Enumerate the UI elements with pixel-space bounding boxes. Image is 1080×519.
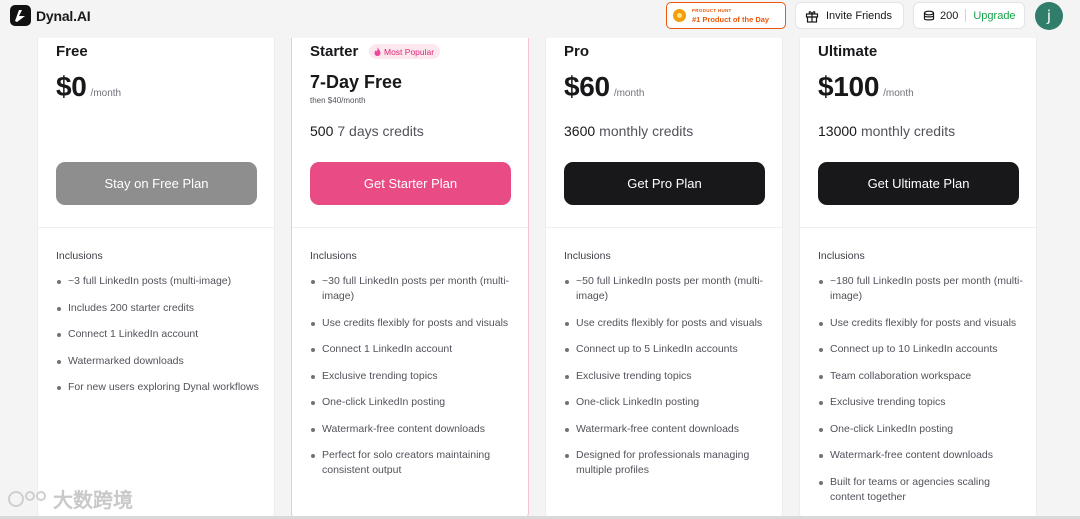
feature-item: Perfect for solo creators maintaining co… <box>310 448 515 478</box>
price-period: /month <box>613 88 645 99</box>
upgrade-link[interactable]: Upgrade <box>973 10 1015 22</box>
credits-balance[interactable]: 200 Upgrade <box>913 2 1025 29</box>
get-pro-button[interactable]: Get Pro Plan <box>564 162 765 205</box>
coins-icon <box>923 10 935 20</box>
get-ultimate-button[interactable]: Get Ultimate Plan <box>818 162 1019 205</box>
feature-item: Connect up to 10 LinkedIn accounts <box>818 342 1023 357</box>
feature-list: ~180 full LinkedIn posts per month (mult… <box>818 274 1023 516</box>
feature-item: Includes 200 starter credits <box>56 301 261 316</box>
feature-item: Use credits flexibly for posts and visua… <box>310 316 515 331</box>
top-bar: Dynal.AI PRODUCT HUNT #1 Product of the … <box>0 0 1080 32</box>
inclusions-title: Inclusions <box>818 250 865 262</box>
user-avatar[interactable]: j <box>1035 2 1063 30</box>
feature-item: Watermark-free content downloads <box>310 422 515 437</box>
product-of-day-label: #1 Product of the Day <box>692 15 770 24</box>
feature-item: Watermark-free content downloads <box>564 422 769 437</box>
divider <box>292 227 528 228</box>
pill-divider <box>965 9 967 22</box>
feature-item: ~50 full LinkedIn posts per month (multi… <box>564 274 769 304</box>
feature-item: Watermarked downloads <box>56 354 261 369</box>
plan-credits: 13000 monthly credits <box>818 123 956 139</box>
feature-item: One-click LinkedIn posting <box>564 395 769 410</box>
feature-item: Connect 1 LinkedIn account <box>310 342 515 357</box>
trial-headline: 7-Day Free <box>310 72 403 92</box>
feature-item: One-click LinkedIn posting <box>818 422 1023 437</box>
plan-credits: 3600 monthly credits <box>564 123 694 139</box>
feature-item: Designed for professionals managing mult… <box>564 448 769 478</box>
plan-card-starter: Starter Most Popular 7-Day Free then $40… <box>291 38 529 519</box>
plan-price: $100/month <box>818 71 914 102</box>
divider <box>38 227 274 228</box>
stay-free-button[interactable]: Stay on Free Plan <box>56 162 257 205</box>
plan-card-ultimate: Ultimate $100/month 13000 monthly credits… <box>799 38 1037 519</box>
brand-logo[interactable]: Dynal.AI <box>10 5 91 26</box>
feature-item: Exclusive trending topics <box>818 395 1023 410</box>
feature-list: ~3 full LinkedIn posts (multi-image) Inc… <box>56 274 261 407</box>
price-period: /month <box>90 88 122 99</box>
invite-friends-button[interactable]: Invite Friends <box>795 2 904 29</box>
inclusions-title: Inclusions <box>56 250 103 262</box>
feature-item: Connect 1 LinkedIn account <box>56 327 261 342</box>
feature-item: Watermark-free content downloads <box>818 448 1023 463</box>
invite-friends-label: Invite Friends <box>826 9 893 22</box>
trial-subtext: then $40/month <box>310 96 366 105</box>
plan-credits: 500 7 days credits <box>310 123 424 139</box>
product-hunt-label: PRODUCT HUNT <box>692 8 732 13</box>
watermark-text: 大数跨境 <box>53 488 133 512</box>
credits-count: 200 <box>940 9 959 22</box>
plan-name: Free <box>56 43 88 60</box>
get-starter-button[interactable]: Get Starter Plan <box>310 162 511 205</box>
feature-item: Connect up to 5 LinkedIn accounts <box>564 342 769 357</box>
plan-price: $60/month <box>564 71 645 102</box>
feature-item: Exclusive trending topics <box>564 369 769 384</box>
feature-item: Exclusive trending topics <box>310 369 515 384</box>
plan-card-pro: Pro $60/month 3600 monthly credits Get Pr… <box>545 38 783 519</box>
inclusions-title: Inclusions <box>310 250 357 262</box>
watermark-logo-icon <box>8 490 46 507</box>
feature-item: ~3 full LinkedIn posts (multi-image) <box>56 274 261 289</box>
most-popular-badge: Most Popular <box>369 44 441 59</box>
plan-name: Starter <box>310 43 359 60</box>
plan-name: Ultimate <box>818 43 878 60</box>
price-period: /month <box>883 88 914 99</box>
feature-item: One-click LinkedIn posting <box>310 395 515 410</box>
plan-price: $0/month <box>56 71 122 102</box>
medal-icon <box>673 9 686 22</box>
gift-icon <box>805 10 819 23</box>
inclusions-title: Inclusions <box>564 250 611 262</box>
flame-icon <box>374 47 381 56</box>
feature-item: Use credits flexibly for posts and visua… <box>564 316 769 331</box>
dynal-logo-icon <box>10 5 31 26</box>
feature-list: ~50 full LinkedIn posts per month (multi… <box>564 274 769 490</box>
feature-item: Use credits flexibly for posts and visua… <box>818 316 1023 331</box>
feature-item: ~180 full LinkedIn posts per month (mult… <box>818 274 1023 304</box>
plan-card-free: Free $0/month Stay on Free Plan Inclusio… <box>37 38 275 519</box>
product-hunt-badge[interactable]: PRODUCT HUNT #1 Product of the Day <box>666 2 786 29</box>
feature-item: For new users exploring Dynal workflows <box>56 380 261 395</box>
feature-item: Built for teams or agencies scaling cont… <box>818 475 1023 505</box>
feature-item: ~30 full LinkedIn posts per month (multi… <box>310 274 515 304</box>
feature-item: Team collaboration workspace <box>818 369 1023 384</box>
watermark: 大数跨境 <box>8 484 133 513</box>
feature-list: ~30 full LinkedIn posts per month (multi… <box>310 274 515 490</box>
divider <box>800 227 1036 228</box>
plan-name: Pro <box>564 43 590 60</box>
divider <box>546 227 782 228</box>
brand-name: Dynal.AI <box>36 7 91 24</box>
